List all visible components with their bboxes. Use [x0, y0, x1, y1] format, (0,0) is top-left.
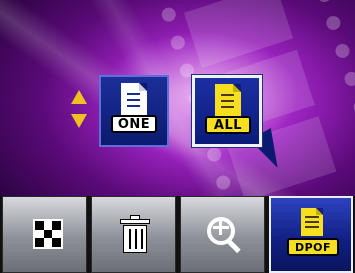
dpof-label: DPOF: [287, 238, 339, 256]
arrow-up-icon[interactable]: [71, 90, 87, 104]
zoom-in-icon: [203, 213, 243, 254]
option-one-label: ONE: [111, 115, 157, 133]
arrow-down-icon[interactable]: [71, 114, 87, 128]
mosaic-button[interactable]: [2, 196, 87, 273]
delete-button[interactable]: [91, 196, 176, 273]
dpof-button[interactable]: DPOF: [269, 196, 353, 273]
zoom-button[interactable]: [180, 196, 265, 273]
document-icon: [215, 84, 241, 116]
dpof-print-icon: [301, 208, 323, 236]
option-all-button[interactable]: ALL: [192, 75, 262, 147]
option-one-button[interactable]: ONE: [99, 75, 169, 147]
option-all-label: ALL: [205, 116, 251, 134]
camera-menu-screen: ONE ALL DPOF: [0, 0, 355, 273]
bottom-toolbar: DPOF: [0, 196, 355, 273]
up-down-arrows-icon[interactable]: [69, 90, 89, 134]
trash-icon: [120, 215, 150, 255]
document-icon: [121, 83, 147, 115]
checkerboard-icon: [33, 219, 63, 249]
